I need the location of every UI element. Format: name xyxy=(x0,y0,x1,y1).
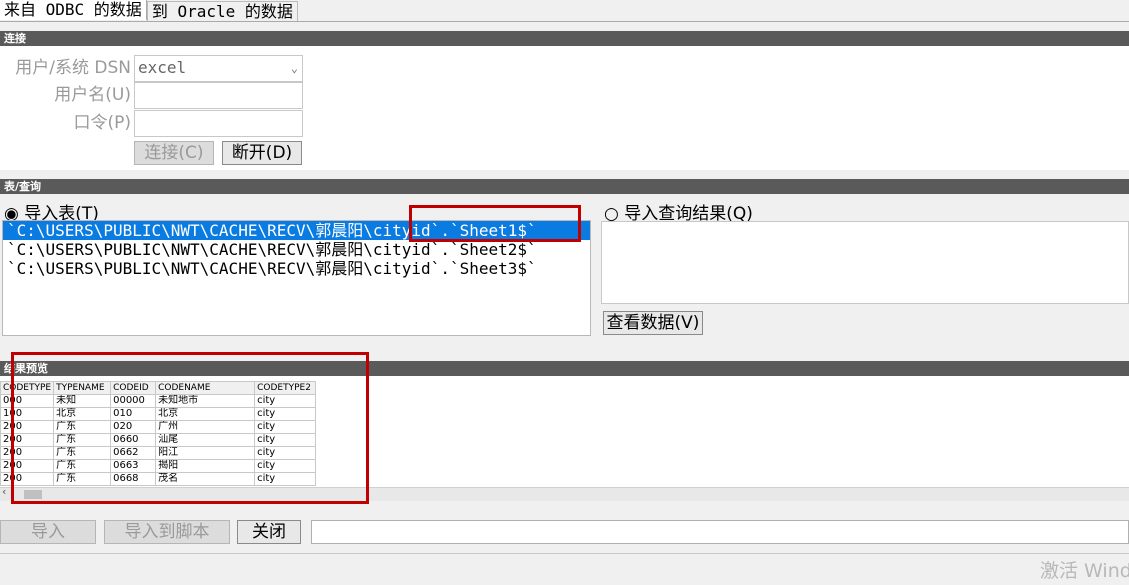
section-header-connection: 连接 xyxy=(0,31,1129,46)
highlight-box-sheet1 xyxy=(409,205,581,242)
tab-oracle-target[interactable]: 到 Oracle 的数据 xyxy=(146,1,298,21)
password-input[interactable] xyxy=(134,110,303,137)
disconnect-button[interactable]: 断开(D) xyxy=(222,141,302,165)
view-data-button[interactable]: 查看数据(V) xyxy=(603,311,703,335)
list-item[interactable]: `C:\USERS\PUBLIC\NWT\CACHE\RECV\郭晨阳\city… xyxy=(3,259,590,278)
import-button[interactable]: 导入 xyxy=(0,520,96,544)
tab-odbc-source[interactable]: 来自 ODBC 的数据 xyxy=(0,0,147,20)
dsn-select[interactable]: excel ⌄ xyxy=(134,55,303,82)
chevron-down-icon: ⌄ xyxy=(290,61,298,75)
tab-strip: 来自 ODBC 的数据 到 Oracle 的数据 xyxy=(0,0,298,21)
password-label: 口令(P) xyxy=(73,113,131,133)
list-item[interactable]: `C:\USERS\PUBLIC\NWT\CACHE\RECV\郭晨阳\city… xyxy=(3,240,590,259)
close-button[interactable]: 关闭 xyxy=(237,520,301,544)
tab-divider xyxy=(0,21,1129,22)
dsn-value: excel xyxy=(138,58,187,77)
query-text-area[interactable] xyxy=(601,221,1129,304)
section-header-table-query: 表/查询 xyxy=(0,179,1129,194)
scroll-left-icon[interactable]: ‹ xyxy=(1,485,8,498)
highlight-box-preview xyxy=(11,352,369,504)
connect-button[interactable]: 连接(C) xyxy=(134,141,214,165)
bottom-divider xyxy=(0,553,1129,554)
username-label: 用户名(U) xyxy=(54,85,131,105)
import-to-script-button[interactable]: 导入到脚本 xyxy=(104,520,230,544)
username-input[interactable] xyxy=(134,82,303,109)
status-field xyxy=(311,520,1129,544)
activation-watermark: 激活 Wind xyxy=(1040,560,1129,582)
dsn-label: 用户/系统 DSN xyxy=(15,58,131,78)
